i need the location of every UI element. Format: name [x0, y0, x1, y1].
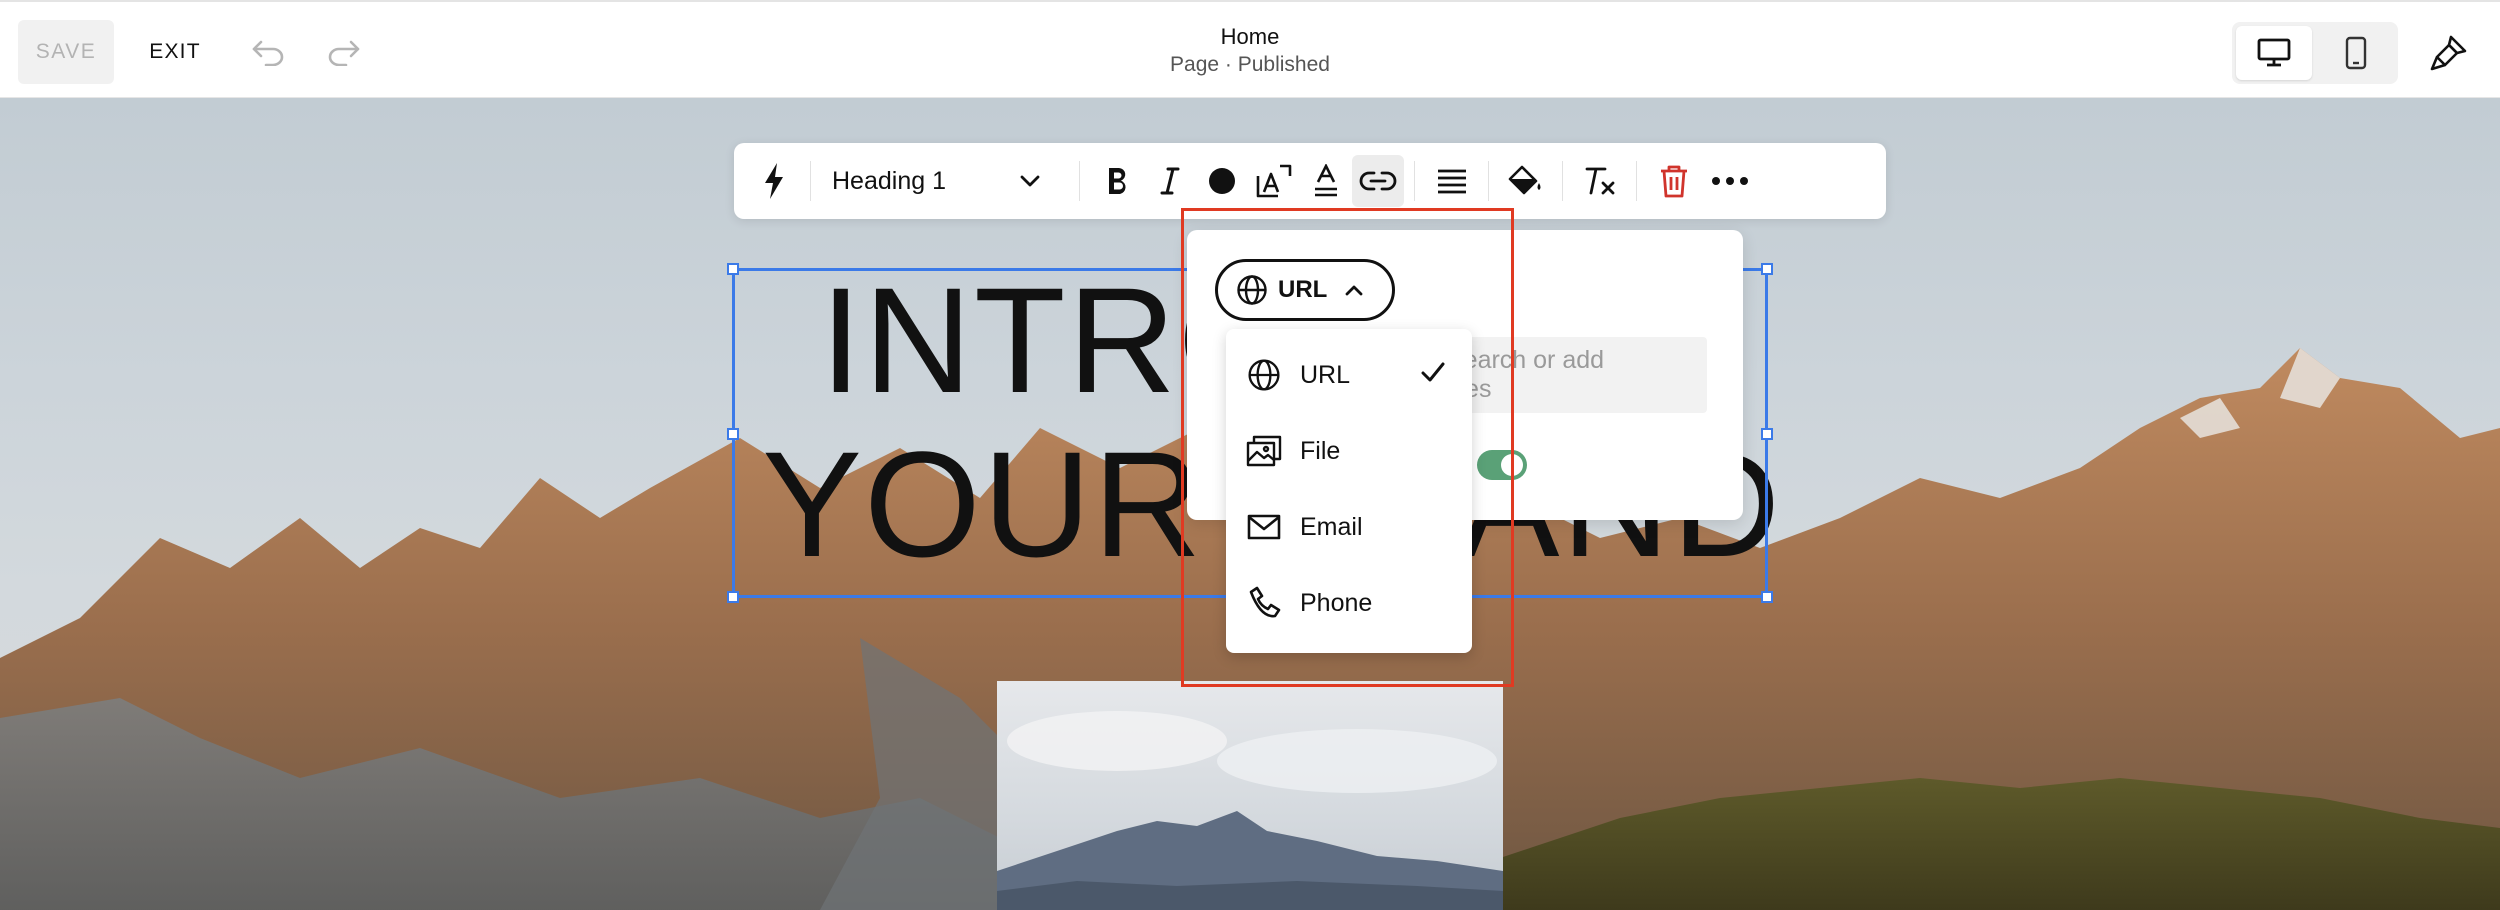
menu-item-label: Email [1300, 512, 1363, 541]
delete-trash-icon[interactable] [1648, 155, 1700, 207]
chevron-up-icon [1343, 279, 1365, 301]
menu-item-email[interactable]: Email [1226, 489, 1472, 565]
link-type-selector[interactable]: URL [1215, 259, 1395, 321]
device-toggle [2232, 22, 2398, 84]
mail-icon [1246, 509, 1282, 545]
save-button[interactable]: SAVE [18, 20, 114, 84]
resize-handle-bottom-right[interactable] [1761, 591, 1773, 603]
desktop-view-button[interactable] [2236, 26, 2312, 80]
chevron-down-icon [1018, 169, 1042, 198]
page-status: Page · Published [1170, 53, 1330, 76]
more-options-icon[interactable] [1704, 155, 1756, 207]
checkmark-icon [1420, 361, 1446, 388]
text-align-icon[interactable] [1426, 155, 1478, 207]
bold-icon[interactable] [1092, 155, 1144, 207]
link-type-menu: URL File Email Phone [1226, 329, 1472, 653]
link-icon[interactable] [1352, 155, 1404, 207]
lightning-icon[interactable] [748, 155, 800, 207]
menu-item-label: File [1300, 436, 1341, 465]
file-image-icon [1246, 433, 1282, 469]
phone-icon [1246, 585, 1282, 621]
text-format-toolbar: Heading 1 [734, 143, 1886, 219]
italic-icon[interactable] [1144, 155, 1196, 207]
desktop-icon [2257, 38, 2291, 67]
resize-handle-top-right[interactable] [1761, 263, 1773, 275]
text-style-dropdown[interactable]: Heading 1 [814, 155, 1054, 207]
text-color-icon[interactable] [1196, 155, 1248, 207]
font-size-icon[interactable] [1248, 155, 1300, 207]
page-title[interactable]: Home [1050, 24, 1450, 50]
redo-icon[interactable] [324, 32, 364, 72]
text-style-label: Heading 1 [832, 166, 946, 195]
undo-icon[interactable] [248, 32, 288, 72]
clear-formatting-icon[interactable] [1574, 155, 1626, 207]
exit-button[interactable]: EXIT [138, 20, 212, 84]
menu-item-url[interactable]: URL [1226, 337, 1472, 413]
resize-handle-middle-left[interactable] [727, 428, 739, 440]
editor-topbar: SAVE EXIT Home Page · Published [0, 0, 2500, 98]
menu-item-label: Phone [1300, 588, 1373, 617]
mobile-view-button[interactable] [2318, 26, 2394, 80]
globe-icon [1236, 274, 1268, 306]
resize-handle-middle-right[interactable] [1761, 428, 1773, 440]
link-url-input[interactable]: Search or add files [1447, 337, 1707, 413]
mobile-icon [2345, 36, 2367, 70]
open-new-tab-toggle[interactable] [1477, 450, 1527, 480]
menu-item-phone[interactable]: Phone [1226, 565, 1472, 641]
link-type-label: URL [1278, 276, 1328, 303]
globe-icon [1246, 357, 1282, 393]
paint-bucket-icon[interactable] [1500, 155, 1552, 207]
design-brush-icon[interactable] [2426, 30, 2472, 76]
menu-item-file[interactable]: File [1226, 413, 1472, 489]
inline-image-block[interactable] [997, 681, 1503, 910]
menu-item-label: URL [1300, 360, 1351, 389]
text-highlight-icon[interactable] [1300, 155, 1352, 207]
resize-handle-top-left[interactable] [727, 263, 739, 275]
toggle-knob [1501, 454, 1523, 476]
resize-handle-bottom-left[interactable] [727, 591, 739, 603]
